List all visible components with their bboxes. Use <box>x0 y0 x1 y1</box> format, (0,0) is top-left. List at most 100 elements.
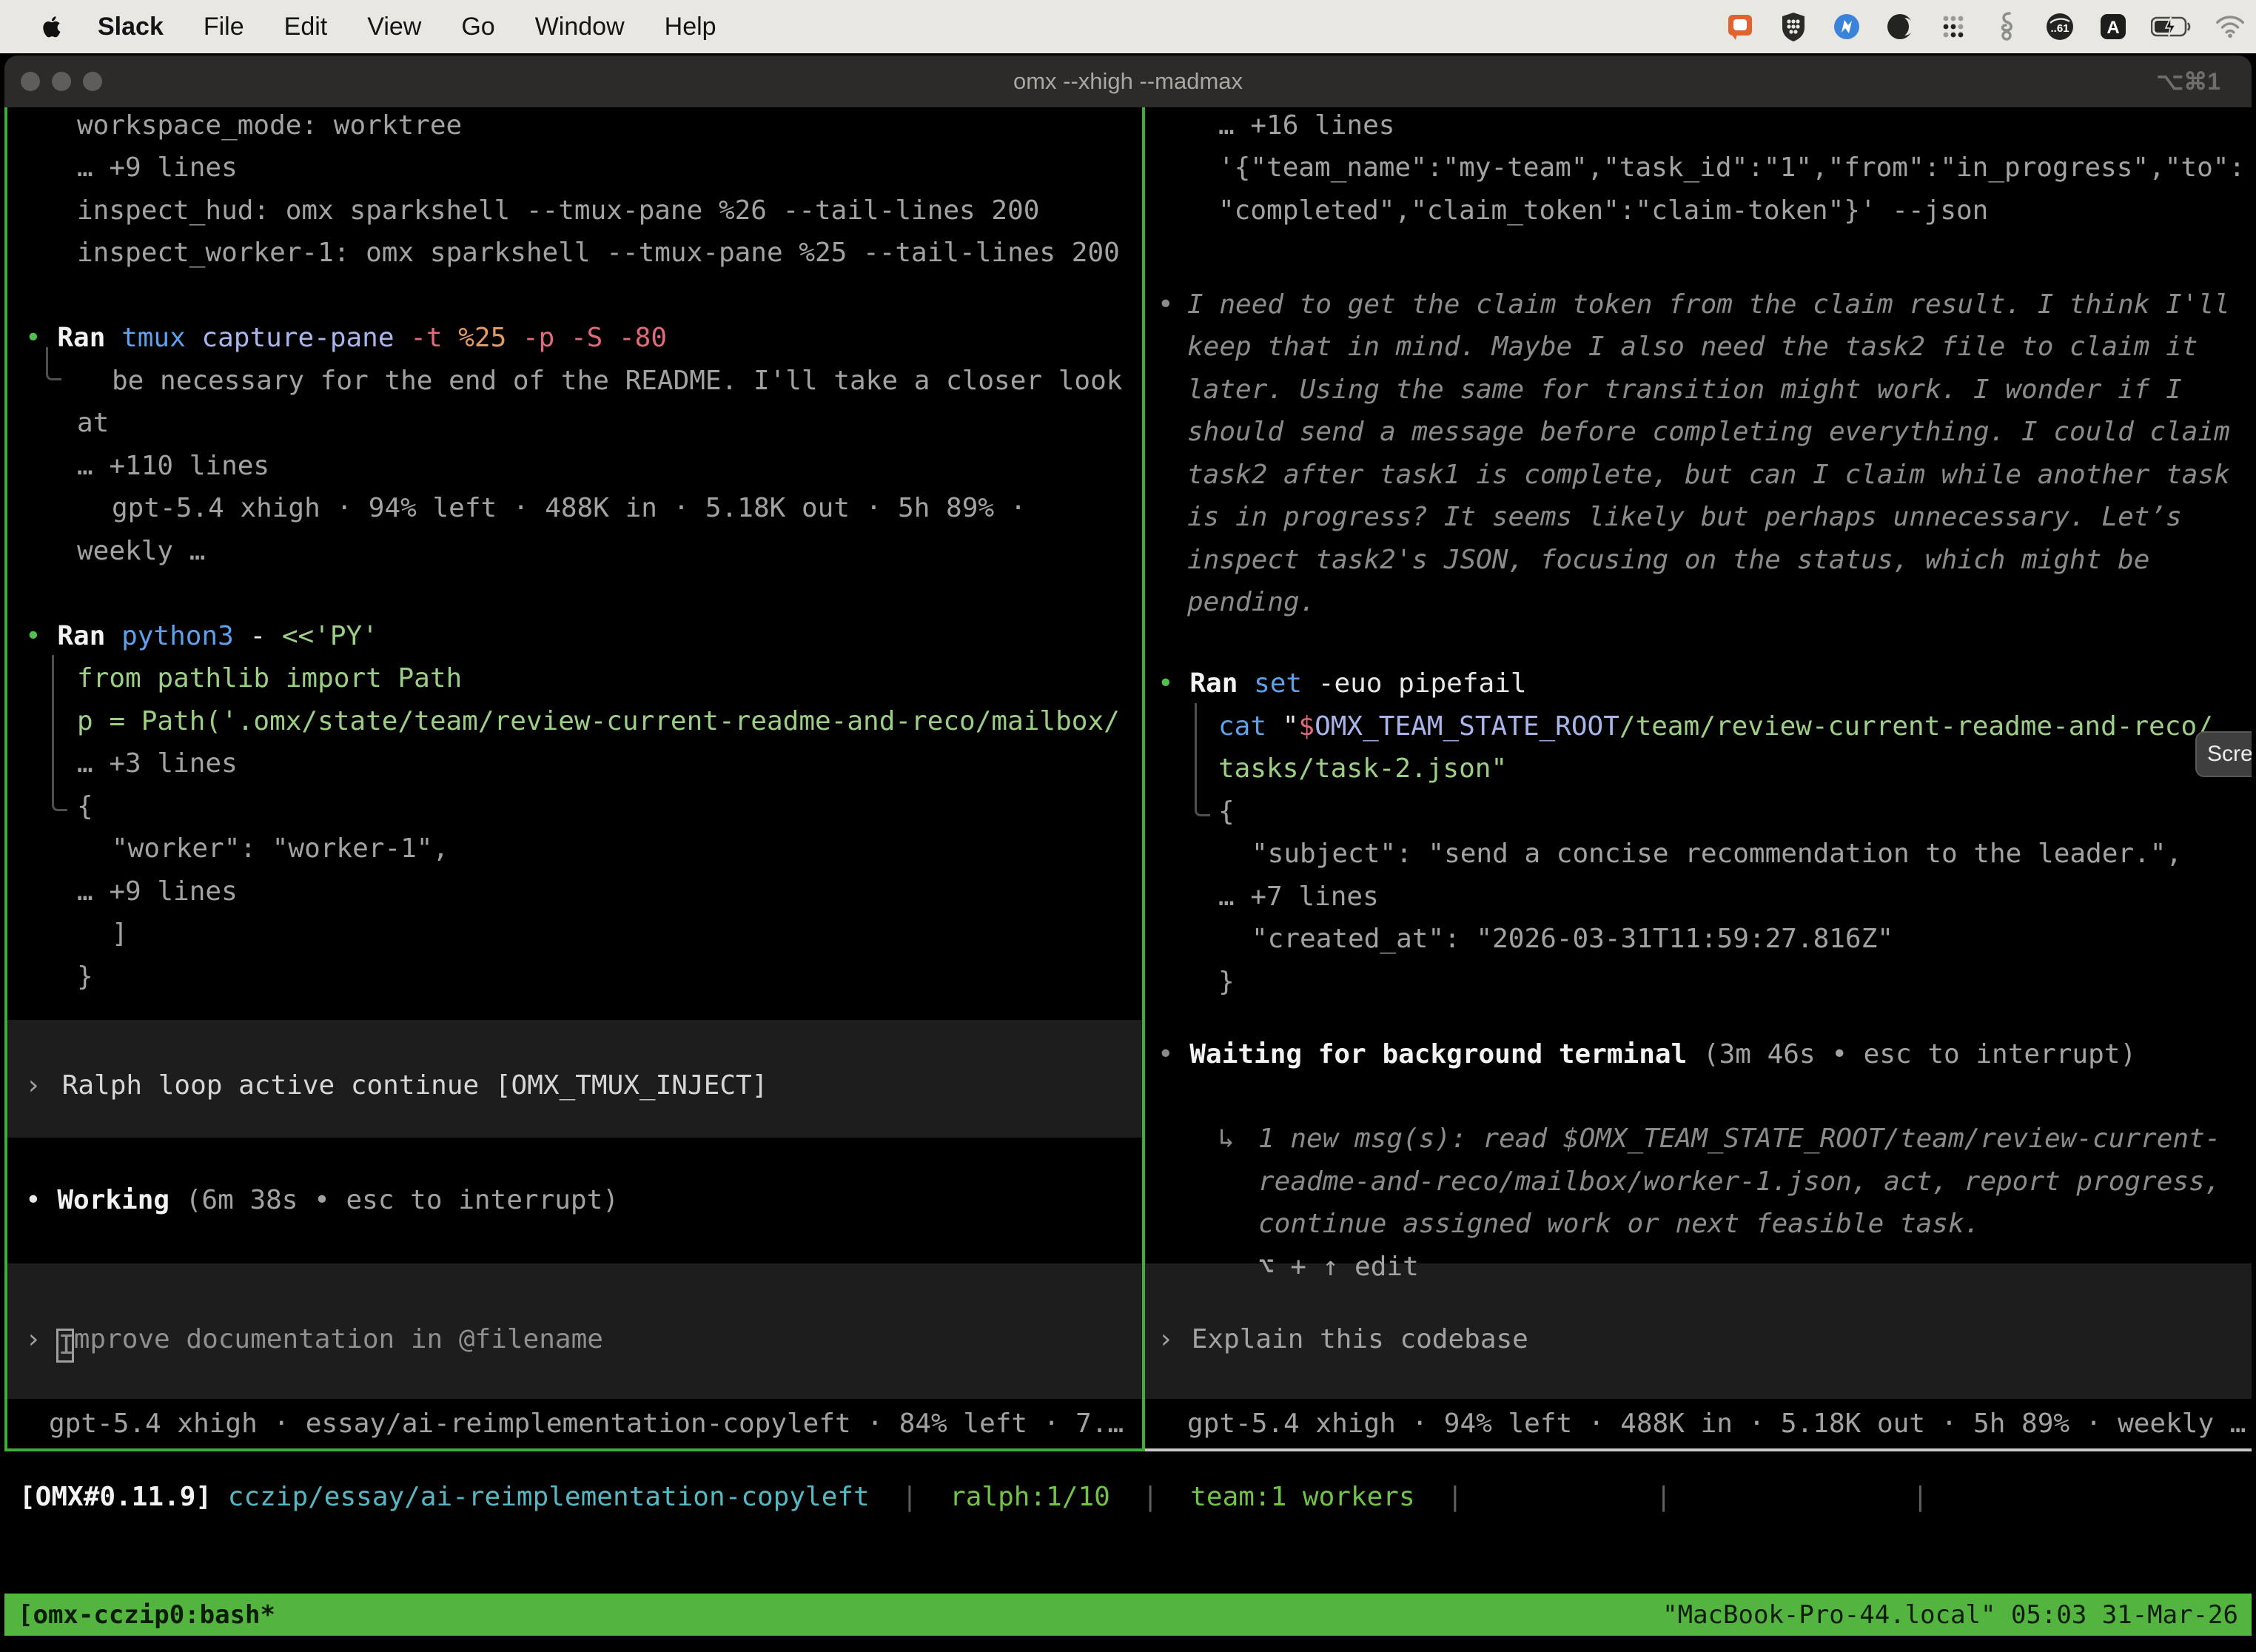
menu-item-go[interactable]: Go <box>461 13 494 41</box>
thinking-text: task2 after task1 is complete, but can I… <box>1187 459 2230 491</box>
menu-item-edit[interactable]: Edit <box>284 13 328 41</box>
a-badge-icon[interactable]: A <box>2098 11 2129 42</box>
window-shortcut-hint: ⌥⌘1 <box>2156 56 2220 107</box>
menu-app-name[interactable]: Slack <box>98 13 164 41</box>
file-path: /team/review-current-readme-and-reco/ <box>1619 711 2213 742</box>
prompt-suggestion-text: Explain this codebase <box>1192 1324 1528 1354</box>
thinking-text: later. Using the same for transition mig… <box>1187 374 2182 406</box>
status-bullet-icon: • <box>25 1185 57 1215</box>
mailbox-message: continue assigned work or next feasible … <box>1258 1208 1980 1240</box>
menu-items: Slack File Edit View Go Window Help <box>98 13 716 41</box>
session-timer: session:23m <box>1704 1482 1880 1512</box>
ralph-counter: ralph:1/10 <box>950 1482 1110 1512</box>
working-status: • Working (6m 38s • esc to interrupt) <box>25 1184 619 1217</box>
cat-command: cat "$OMX_TEAM_STATE_ROOT/team/review-cu… <box>1218 711 2213 743</box>
pane-border-bottom-right <box>1145 1448 2252 1451</box>
apple-menu-icon[interactable] <box>41 13 64 40</box>
dots-grid-icon[interactable] <box>1938 11 1969 42</box>
command-output: gpt-5.4 xhigh · 94% left · 488K in · 5.1… <box>112 492 1026 525</box>
collapsed-lines-note: … +110 lines <box>77 450 269 483</box>
chat-app-icon[interactable] <box>1725 11 1756 42</box>
run-bullet-icon: • <box>25 621 57 651</box>
json-output: "completed","claim_token":"claim-token"}… <box>1218 195 1988 227</box>
pane-divider[interactable] <box>1142 107 1145 1451</box>
code-line: from pathlib import Path <box>77 662 462 695</box>
prompt-input[interactable]: ›Improve documentation in @filename <box>25 1323 603 1363</box>
count-badge-icon[interactable]: ..61 <box>2044 11 2075 42</box>
command-name: python3 <box>121 621 249 651</box>
separator: | <box>1110 1482 1190 1512</box>
collapsed-lines-note: … +3 lines <box>77 748 238 780</box>
waiting-status: • Waiting for background terminal (3m 46… <box>1158 1038 2136 1071</box>
crescent-app-icon[interactable] <box>1884 11 1916 42</box>
flash-app-icon[interactable] <box>1831 11 1862 42</box>
working-meta: (6m 38s • esc to interrupt) <box>186 1185 619 1215</box>
file-path: tasks/task-2.json" <box>1218 753 1507 785</box>
tmux-host-clock: "MacBook-Pro-44.local" 05:03 31-Mar-26 <box>1662 1600 2238 1630</box>
thinking-text: should send a message before completing … <box>1187 416 2230 449</box>
json-output: ] <box>112 918 128 950</box>
wifi-icon[interactable] <box>2215 11 2246 42</box>
pane-border-left <box>4 107 7 1451</box>
output-connector <box>1195 703 1197 786</box>
window-title: omx --xhigh --madmax <box>4 56 2252 107</box>
quote: " <box>1283 711 1299 742</box>
collapsed-lines-note: … +9 lines <box>77 152 238 184</box>
tmux-status-bar[interactable]: [omx-cczip0:bash* "MacBook-Pro-44.local"… <box>4 1594 2252 1636</box>
separator: | <box>1880 1482 1960 1512</box>
terminal-content[interactable]: workspace_mode: worktree … +9 lines insp… <box>4 107 2252 1652</box>
flag: -S <box>571 323 619 353</box>
omx-status-line: [OMX#0.11.9] cczip/essay/ai-reimplementa… <box>19 1482 2137 1512</box>
prompt-suggestion[interactable]: › Explain this codebase <box>1158 1323 1528 1356</box>
json-output: "created_at": "2026-03-31T11:59:27.816Z" <box>1252 923 1893 956</box>
squiggle-icon[interactable] <box>1991 11 2022 42</box>
json-output: { <box>1218 796 1235 828</box>
command-output: be necessary for the end of the README. … <box>112 365 1122 397</box>
menu-status-icons: ..61 A <box>1725 0 2246 53</box>
output-connector <box>46 347 61 380</box>
pane-footer-status: gpt-5.4 xhigh · essay/ai-reimplementatio… <box>49 1408 1124 1440</box>
prompt-chevron-icon: › <box>1158 1324 1174 1354</box>
terminal-line: workspace_mode: worktree <box>77 110 462 142</box>
msg-arrow-icon: ↳ <box>1218 1123 1235 1155</box>
omx-version: [OMX#0.11.9] <box>19 1482 228 1512</box>
menu-item-help[interactable]: Help <box>665 13 716 41</box>
shield-grid-icon[interactable] <box>1778 11 1809 42</box>
thinking-text: I need to get the claim token from the c… <box>1187 289 2230 321</box>
pane-border-bottom-left <box>4 1448 1145 1451</box>
menu-item-file[interactable]: File <box>204 13 244 41</box>
terminal-window: omx --xhigh --madmax ⌥⌘1 workspace_mode:… <box>4 56 2252 1652</box>
separator: | <box>1623 1482 1703 1512</box>
command-name: set <box>1254 668 1318 699</box>
omx-project-path: cczip/essay/ai-reimplementation-copyleft <box>228 1482 870 1512</box>
heredoc-marker: <<'PY' <box>282 621 378 651</box>
turns-counter: turns:20 <box>1495 1482 1623 1512</box>
pane-footer-status: gpt-5.4 xhigh · 94% left · 488K in · 5.1… <box>1187 1408 2246 1440</box>
run-bullet-icon: • <box>1158 668 1189 699</box>
ran-label: Ran <box>1189 668 1254 699</box>
command-name: tmux <box>121 323 201 353</box>
collapsed-lines-note: … +9 lines <box>77 876 238 908</box>
edit-hint: ⌥ + ↑ edit <box>1258 1251 1419 1283</box>
separator: | <box>1415 1482 1495 1512</box>
code-line: p = Path('.omx/state/team/review-current… <box>77 705 1120 738</box>
count-badge-text: ..61 <box>2050 22 2069 35</box>
dollar-sign: $ <box>1298 711 1315 742</box>
tmux-session-name[interactable]: [omx-cczip0:bash* <box>18 1600 275 1630</box>
ran-label: Ran <box>57 621 121 651</box>
thinking-text: pending. <box>1187 586 1315 619</box>
json-output: } <box>1218 966 1235 998</box>
subcommand: capture-pane <box>201 323 410 353</box>
ran-python-command: • Ran python3 - <<'PY' <box>25 620 378 653</box>
battery-icon[interactable] <box>2151 11 2192 42</box>
menu-item-window[interactable]: Window <box>535 13 625 41</box>
flag: -t <box>410 323 458 353</box>
menu-item-view[interactable]: View <box>367 13 421 41</box>
window-titlebar[interactable]: omx --xhigh --madmax ⌥⌘1 <box>4 56 2252 107</box>
command-output: at <box>77 407 109 440</box>
ralph-banner: ›Ralph loop active continue [OMX_TMUX_IN… <box>25 1070 768 1102</box>
terminal-line: inspect_hud: omx sparkshell --tmux-pane … <box>77 195 1039 227</box>
argument: - <box>249 621 281 651</box>
thinking-bullet-icon: • <box>1158 289 1189 321</box>
output-connector <box>52 779 67 811</box>
